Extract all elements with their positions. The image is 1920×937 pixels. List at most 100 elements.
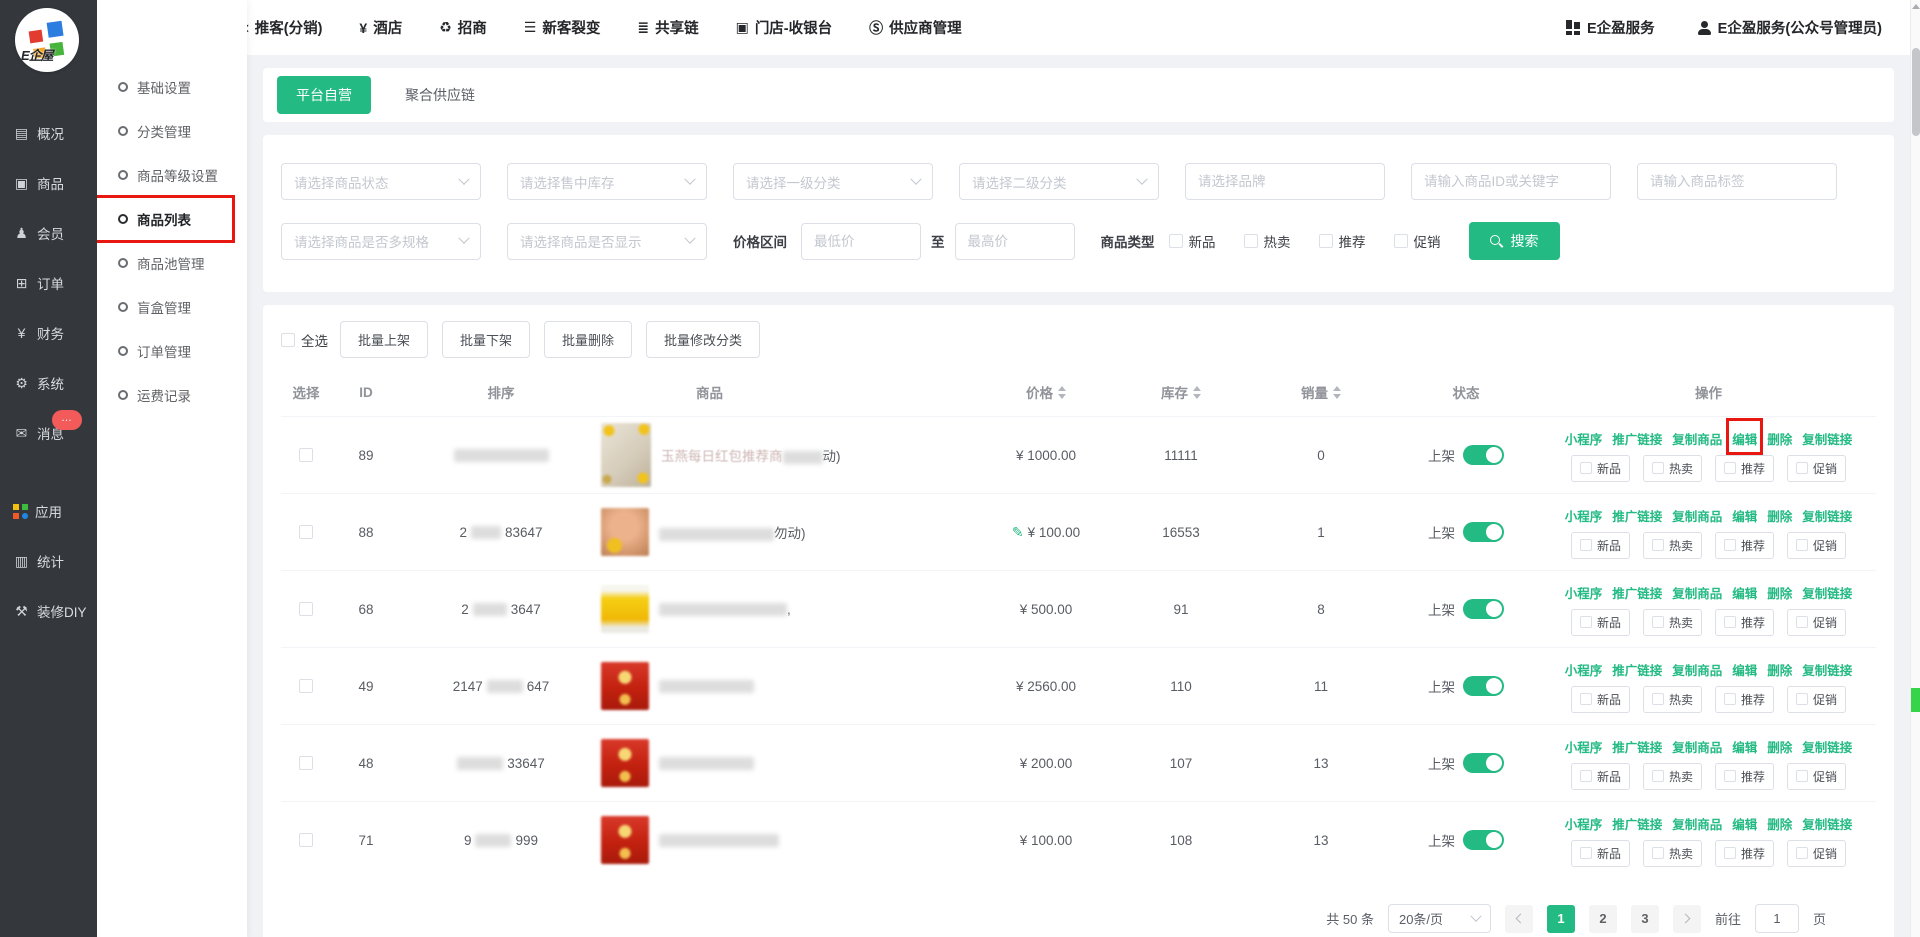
sidebar-item-系统[interactable]: ⚙系统 [0,358,97,408]
tag-checkbox-促销[interactable]: 促销 [1787,686,1846,713]
scroll-up-icon[interactable] [1912,4,1920,9]
next-page-button[interactable] [1673,905,1701,933]
checkbox-icon[interactable] [1652,462,1664,474]
action-link-删除[interactable]: 删除 [1767,814,1792,833]
action-link-小程序[interactable]: 小程序 [1565,660,1603,679]
submenu-item-商品池管理[interactable]: 商品池管理 [97,241,247,285]
type-checkbox-推荐[interactable]: 推荐 [1319,231,1366,251]
action-link-推广链接[interactable]: 推广链接 [1612,814,1662,833]
page-size-select[interactable]: 20条/页 [1388,904,1491,933]
input-请输入商品标签[interactable] [1637,163,1837,200]
tag-checkbox-新品[interactable]: 新品 [1571,763,1630,790]
page-button-2[interactable]: 2 [1589,905,1617,933]
sort-carets-icon[interactable] [1058,386,1066,399]
search-button[interactable]: 搜索 [1469,222,1560,260]
action-link-小程序[interactable]: 小程序 [1565,737,1603,756]
sidebar-item-消息[interactable]: ✉消息… [0,408,97,458]
tag-checkbox-新品[interactable]: 新品 [1571,532,1630,559]
checkbox-icon[interactable] [1244,234,1258,248]
tag-checkbox-推荐[interactable]: 推荐 [1715,609,1774,636]
tag-checkbox-推荐[interactable]: 推荐 [1715,455,1774,482]
goto-page-input[interactable] [1755,904,1799,933]
action-link-编辑[interactable]: 编辑 [1732,583,1757,602]
tag-checkbox-热卖[interactable]: 热卖 [1643,609,1702,636]
topnav-item-门店-收银台[interactable]: ▣门店-收银台 [736,17,833,38]
window-scrollbar[interactable] [1910,0,1920,937]
service-menu[interactable]: E企盈服务 [1566,17,1655,38]
input-请输入商品ID或关键字[interactable] [1411,163,1611,200]
action-link-小程序[interactable]: 小程序 [1565,814,1603,833]
action-link-复制链接[interactable]: 复制链接 [1802,583,1852,602]
action-link-复制链接[interactable]: 复制链接 [1802,506,1852,525]
checkbox-icon[interactable] [1652,539,1664,551]
page-button-1[interactable]: 1 [1547,905,1575,933]
batch-button-批量修改分类[interactable]: 批量修改分类 [646,321,760,358]
action-link-删除[interactable]: 删除 [1767,737,1792,756]
type-checkbox-热卖[interactable]: 热卖 [1244,231,1291,251]
checkbox-icon[interactable] [1319,234,1333,248]
sort-desc-icon[interactable] [1333,394,1341,399]
checkbox-icon[interactable] [1796,847,1808,859]
checkbox-icon[interactable] [1796,693,1808,705]
sidebar-item-统计[interactable]: ▥统计 [0,536,97,586]
checkbox-icon[interactable] [1580,847,1592,859]
checkbox-icon[interactable] [1652,693,1664,705]
action-link-推广链接[interactable]: 推广链接 [1612,583,1662,602]
tag-checkbox-新品[interactable]: 新品 [1571,455,1630,482]
checkbox-icon[interactable] [1580,539,1592,551]
action-link-编辑[interactable]: 编辑 [1732,506,1757,525]
price-max-input[interactable] [955,223,1075,260]
sort-desc-icon[interactable] [1193,394,1201,399]
status-toggle[interactable] [1463,445,1504,465]
checkbox-icon[interactable] [1394,234,1408,248]
submenu-item-商品等级设置[interactable]: 商品等级设置 [97,153,247,197]
checkbox-icon[interactable] [1580,616,1592,628]
sort-asc-icon[interactable] [1058,386,1066,391]
tag-checkbox-促销[interactable]: 促销 [1787,455,1846,482]
action-link-删除[interactable]: 删除 [1767,660,1792,679]
action-link-复制链接[interactable]: 复制链接 [1802,660,1852,679]
tag-checkbox-推荐[interactable]: 推荐 [1715,840,1774,867]
sidebar-item-财务[interactable]: ¥财务 [0,308,97,358]
tag-checkbox-推荐[interactable]: 推荐 [1715,686,1774,713]
tag-checkbox-新品[interactable]: 新品 [1571,840,1630,867]
action-link-推广链接[interactable]: 推广链接 [1612,660,1662,679]
sidebar-item-应用[interactable]: 应用 [0,486,97,536]
submenu-item-盲盒管理[interactable]: 盲盒管理 [97,285,247,329]
row-checkbox[interactable] [299,756,313,770]
submenu-item-订单管理[interactable]: 订单管理 [97,329,247,373]
submenu-item-商品列表[interactable]: 商品列表 [97,197,247,241]
action-link-删除[interactable]: 删除 [1767,429,1792,448]
tab-aggregate-supply[interactable]: 聚合供应链 [405,85,475,105]
tag-checkbox-热卖[interactable]: 热卖 [1643,763,1702,790]
tag-checkbox-促销[interactable]: 促销 [1787,609,1846,636]
edit-link-annotated[interactable]: 编辑 [1732,429,1757,448]
tag-checkbox-推荐[interactable]: 推荐 [1715,763,1774,790]
select-请选择商品是否多规格[interactable]: 请选择商品是否多规格 [281,223,481,260]
input-请选择品牌[interactable] [1185,163,1385,200]
type-checkbox-新品[interactable]: 新品 [1169,231,1216,251]
batch-button-批量下架[interactable]: 批量下架 [442,321,530,358]
action-link-复制链接[interactable]: 复制链接 [1802,814,1852,833]
checkbox-icon[interactable] [1796,616,1808,628]
action-link-编辑[interactable]: 编辑 [1732,737,1757,756]
sidebar-item-订单[interactable]: ⊞订单 [0,258,97,308]
page-button-3[interactable]: 3 [1631,905,1659,933]
action-link-复制商品[interactable]: 复制商品 [1672,814,1722,833]
type-checkbox-促销[interactable]: 促销 [1394,231,1441,251]
status-toggle[interactable] [1463,676,1504,696]
batch-button-批量上架[interactable]: 批量上架 [340,321,428,358]
select-all[interactable]: 全选 [281,330,328,350]
action-link-小程序[interactable]: 小程序 [1565,429,1603,448]
topnav-item-推客(分销)[interactable]: <推客(分销) [241,17,323,38]
action-link-小程序[interactable]: 小程序 [1565,506,1603,525]
select-请选择售中库存[interactable]: 请选择售中库存 [507,163,707,200]
select-all-checkbox[interactable] [281,333,295,347]
topnav-item-共享链[interactable]: ≣共享链 [637,17,698,38]
action-link-复制链接[interactable]: 复制链接 [1802,737,1852,756]
row-checkbox[interactable] [299,679,313,693]
tag-checkbox-新品[interactable]: 新品 [1571,686,1630,713]
tag-checkbox-促销[interactable]: 促销 [1787,532,1846,559]
topnav-item-酒店[interactable]: ¥酒店 [359,17,402,38]
sort-asc-icon[interactable] [1193,386,1201,391]
